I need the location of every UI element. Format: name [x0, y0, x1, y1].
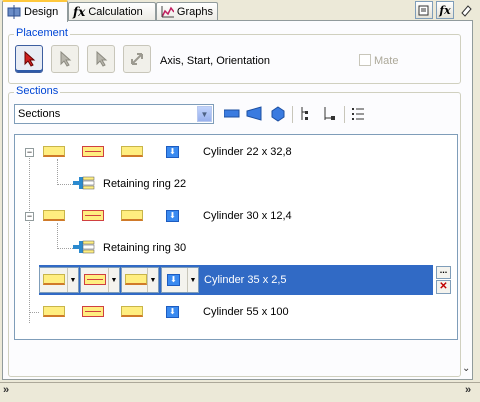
- delete-button[interactable]: ✕: [436, 280, 451, 294]
- properties-icon: [418, 5, 429, 16]
- flip-icon: [131, 53, 143, 65]
- split-section-button[interactable]: [299, 106, 313, 122]
- right-element-icon: [125, 274, 147, 285]
- section-label: Cylinder 55 x 100: [203, 306, 289, 318]
- eraser-icon: [461, 5, 472, 17]
- sections-dropdown-value: Sections: [18, 108, 61, 120]
- tab-calculation[interactable]: fx Calculation: [68, 2, 156, 20]
- graph-icon: [161, 6, 174, 18]
- cursor-icon: [60, 51, 72, 67]
- retaining-ring-icon: [73, 240, 95, 254]
- cone-button[interactable]: [246, 106, 262, 122]
- polygon-icon: [271, 106, 285, 122]
- left-element-icon: [43, 274, 65, 285]
- sections-tree: − ⬇ Cylinder 22 x 32,8 Retaining ring 22…: [14, 134, 458, 340]
- fx-icon: fx: [439, 3, 451, 17]
- chevron-down-icon: ▼: [67, 268, 78, 292]
- tree-row[interactable]: ⬇ Cylinder 55 x 100: [15, 301, 457, 323]
- left-element-icon[interactable]: [43, 210, 65, 221]
- split-dropdown[interactable]: ⬇ ▼: [161, 267, 199, 293]
- collapse-icon[interactable]: −: [25, 212, 34, 221]
- separator: [344, 106, 345, 123]
- design-icon: [7, 5, 21, 19]
- tree-row[interactable]: Retaining ring 22: [15, 173, 457, 195]
- arrow-down-icon[interactable]: ⬇: [166, 146, 179, 158]
- section-element-dropdown[interactable]: ▼: [80, 267, 120, 293]
- section-label: Cylinder 35 x 2,5: [204, 274, 287, 286]
- properties-button[interactable]: [415, 1, 433, 19]
- section-element-icon[interactable]: [82, 306, 104, 317]
- tree-row[interactable]: − ⬇ Cylinder 30 x 12,4: [15, 205, 457, 227]
- list-icon: [352, 108, 364, 120]
- section-element-icon[interactable]: [82, 146, 104, 157]
- arrow-down-icon: ⬇: [167, 274, 180, 286]
- cursor-icon: [96, 51, 108, 67]
- expand-right-button[interactable]: »: [465, 384, 471, 396]
- select-start-button[interactable]: [51, 45, 79, 73]
- section-element-icon: [84, 274, 106, 285]
- tree-row[interactable]: − ⬇ Cylinder 22 x 32,8: [15, 141, 457, 163]
- left-element-dropdown[interactable]: ▼: [39, 267, 79, 293]
- tab-label: Design: [24, 6, 59, 18]
- separator: [0, 382, 480, 383]
- add-feature-button[interactable]: [322, 106, 336, 122]
- placement-label: Axis, Start, Orientation: [160, 55, 271, 67]
- section-label: Cylinder 30 x 12,4: [203, 210, 292, 222]
- select-axis-button[interactable]: [15, 45, 43, 73]
- section-label: Cylinder 22 x 32,8: [203, 146, 292, 158]
- chevron-down-icon: ▼: [187, 268, 198, 292]
- arrow-down-icon[interactable]: ⬇: [166, 210, 179, 222]
- split-icon: [301, 107, 308, 120]
- cursor-icon: [24, 51, 36, 67]
- select-orientation-button[interactable]: [87, 45, 115, 73]
- collapse-panel-button[interactable]: ⌄: [462, 363, 470, 374]
- double-chevron-down-icon: »: [465, 384, 472, 396]
- chevron-down-icon: ▼: [108, 268, 119, 292]
- cylinder-button[interactable]: [223, 108, 240, 120]
- expand-left-button[interactable]: »: [3, 384, 9, 396]
- right-element-icon[interactable]: [121, 306, 143, 317]
- chevron-down-icon: ▼: [197, 106, 212, 122]
- eraser-button[interactable]: [457, 1, 475, 19]
- retaining-ring-icon: [73, 176, 95, 190]
- sections-dropdown[interactable]: Sections ▼: [14, 104, 214, 124]
- collapse-icon[interactable]: −: [25, 148, 34, 157]
- separator: [292, 106, 293, 123]
- flip-button[interactable]: [123, 45, 151, 73]
- right-element-icon[interactable]: [121, 146, 143, 157]
- chevron-down-icon: ▼: [147, 268, 158, 292]
- double-chevron-down-icon: »: [3, 384, 10, 396]
- feature-label: Retaining ring 30: [103, 242, 187, 254]
- cone-icon: [246, 106, 262, 121]
- tree-row-selected[interactable]: ▼ ▼ ▼ ⬇ ▼ Cylinder 35 x 2,5: [39, 265, 433, 295]
- feature-label: Retaining ring 22: [103, 178, 187, 190]
- arrow-down-icon[interactable]: ⬇: [166, 306, 179, 318]
- list-view-button[interactable]: [351, 106, 365, 122]
- right-element-icon[interactable]: [121, 210, 143, 221]
- calculation-button[interactable]: fx: [436, 1, 454, 19]
- add-feature-icon: [324, 107, 335, 120]
- more-button[interactable]: ...: [436, 266, 451, 279]
- cylinder-icon: [223, 109, 240, 118]
- fx-icon: fx: [73, 4, 86, 19]
- tab-label: Calculation: [88, 5, 143, 18]
- tree-row[interactable]: Retaining ring 30: [15, 237, 457, 259]
- tab-graphs[interactable]: Graphs: [156, 2, 218, 20]
- section-element-icon[interactable]: [82, 210, 104, 221]
- placement-title: Placement: [14, 27, 70, 39]
- left-element-icon[interactable]: [43, 146, 65, 157]
- left-element-icon[interactable]: [43, 306, 65, 317]
- mate-label: Mate: [374, 55, 399, 67]
- double-chevron-down-icon: ⌄: [462, 363, 471, 374]
- tab-design[interactable]: Design: [2, 0, 68, 22]
- mate-checkbox[interactable]: [359, 54, 371, 66]
- right-element-dropdown[interactable]: ▼: [121, 267, 159, 293]
- tab-label: Graphs: [176, 5, 213, 18]
- sections-title: Sections: [14, 85, 61, 97]
- polygon-button[interactable]: [270, 106, 286, 122]
